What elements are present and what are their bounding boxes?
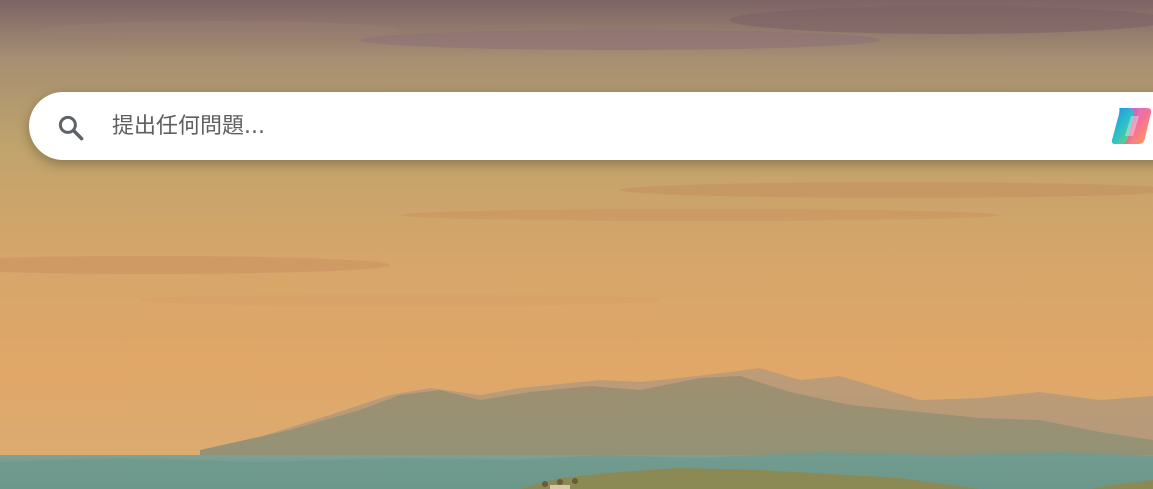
copilot-icon[interactable]	[1109, 104, 1153, 148]
landscape-background-image	[0, 0, 1153, 489]
desktop-wallpaper	[0, 0, 1153, 489]
search-bar[interactable]	[29, 92, 1153, 160]
search-input[interactable]	[112, 106, 1092, 146]
search-icon[interactable]	[56, 113, 86, 143]
